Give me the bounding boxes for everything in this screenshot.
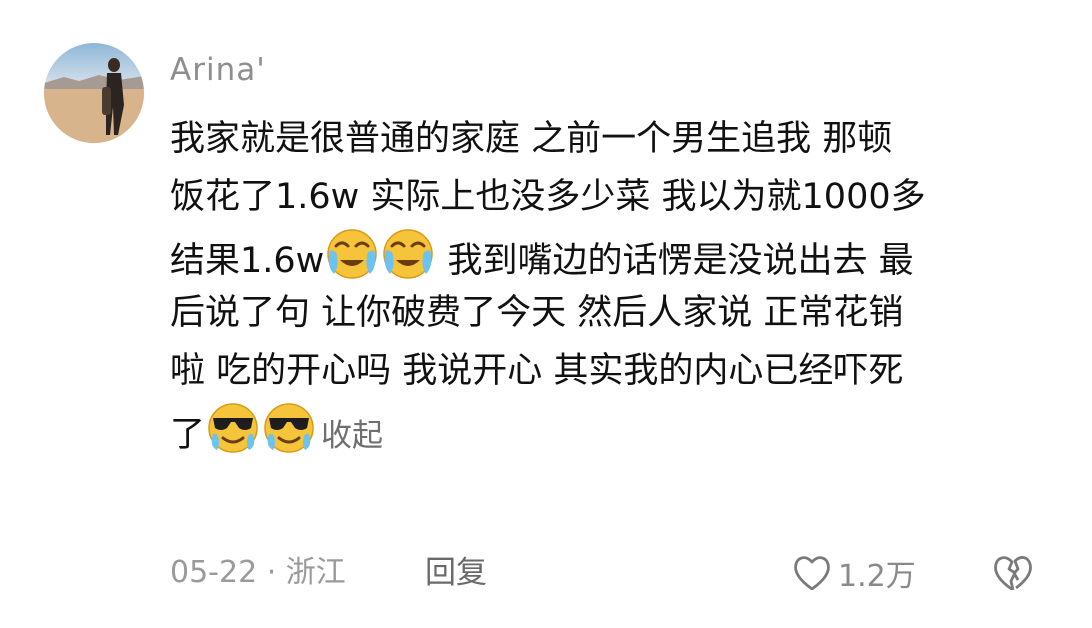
reply-button[interactable]: 回复	[425, 553, 487, 593]
comment-line: 结果1.6w	[170, 241, 325, 281]
comment-line-with-emoji: 了 收起	[170, 400, 1050, 458]
comment-line: 后说了句 让你破费了今天 然后人家说 正常花销	[170, 293, 904, 333]
comment-line: 饭花了1.6w 实际上也没多少菜 我以为就1000多	[170, 177, 926, 217]
comment-date-location: 05-22 · 浙江	[170, 555, 346, 590]
sunglasses-emoji-icon	[261, 400, 317, 456]
comment-line: 了	[170, 415, 206, 455]
username[interactable]: Arina'	[170, 50, 266, 90]
collapse-button[interactable]: 收起	[321, 418, 383, 454]
heart-icon	[794, 556, 830, 591]
crying-laughing-emoji-icon	[380, 226, 436, 282]
like-count: 1.2万	[838, 559, 916, 594]
comment-line-with-emoji: 结果1.6w 我到嘴边的话愣是没说出去 最	[170, 226, 1050, 284]
comment-text: 我家就是很普通的家庭 之前一个男生追我 那顿 饭花了1.6w 实际上也没多少菜 …	[170, 110, 1050, 458]
watermark-overlay	[790, 590, 1086, 618]
comment-line: 我到嘴边的话愣是没说出去 最	[447, 241, 914, 281]
comment-line: 我家就是很普通的家庭 之前一个男生追我 那顿	[170, 119, 893, 159]
comment-line: 啦 吃的开心吗 我说开心 其实我的内心已经吓死	[170, 351, 904, 391]
sunglasses-emoji-icon	[205, 400, 261, 456]
crying-laughing-emoji-icon	[324, 226, 380, 282]
avatar[interactable]	[44, 43, 144, 143]
